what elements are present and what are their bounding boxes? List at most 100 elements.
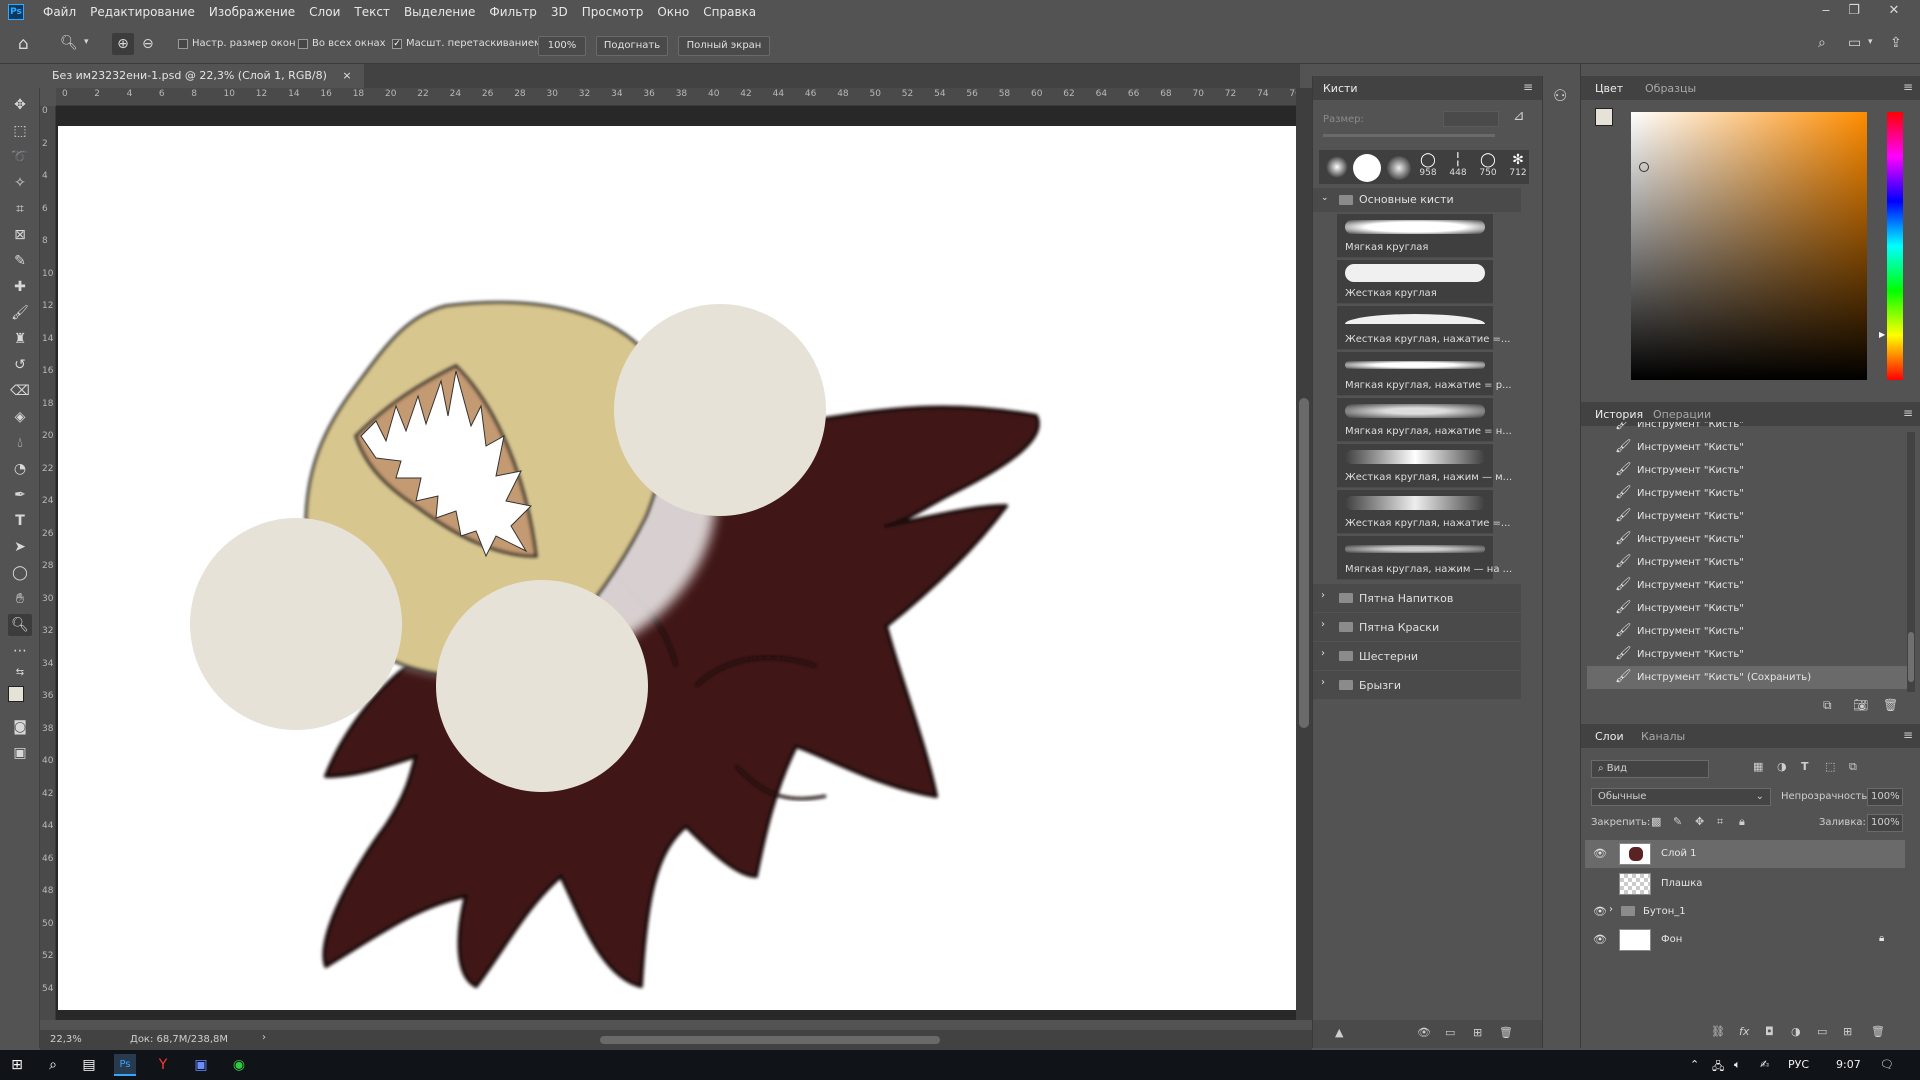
brush-preset-soft-2[interactable] (1387, 156, 1411, 180)
foreground-color-swatch[interactable] (8, 686, 24, 702)
menu-image[interactable]: Изображение (202, 0, 302, 24)
layer-row-selected[interactable]: 👁︎ Слой 1 (1585, 840, 1905, 868)
hue-slider[interactable] (1887, 112, 1903, 380)
zoom-in-icon[interactable]: ⊕ (112, 33, 134, 55)
brush-item[interactable]: Мягкая круглая, нажатие = н... (1337, 398, 1512, 442)
history-item[interactable]: 🖌︎ Инструмент "Кисть" (1587, 422, 1907, 436)
clone-stamp-tool-icon[interactable]: ♜ (8, 328, 32, 350)
close-button[interactable]: ✕ (1880, 0, 1908, 22)
add-mask-icon[interactable]: ◘ (1765, 1025, 1774, 1038)
brush-item[interactable]: Мягкая круглая (1337, 214, 1493, 258)
brush-preset-soft[interactable] (1326, 156, 1348, 178)
new-group-icon[interactable]: ▭ (1817, 1025, 1827, 1038)
canvas-vertical-scrollbar[interactable] (1296, 88, 1312, 1020)
brush-item[interactable]: Жесткая круглая, нажатие =... (1337, 490, 1510, 534)
history-item[interactable]: 🖌︎ Инструмент "Кисть" (1587, 574, 1907, 597)
yandex-browser-icon[interactable]: Y (152, 1054, 174, 1076)
chevron-down-icon[interactable]: ▾ (84, 37, 89, 47)
zoom-tool-icon[interactable]: 🔍︎ (8, 614, 32, 636)
filter-type-icon[interactable]: T (1801, 760, 1809, 773)
ellipse-tool-icon[interactable]: ◯ (8, 562, 32, 584)
tray-expand-icon[interactable]: ⌃ (1690, 1058, 1699, 1071)
menu-edit[interactable]: Редактирование (83, 0, 202, 24)
home-icon[interactable]: ⌂ (18, 34, 29, 54)
minimize-button[interactable]: ‒ (1812, 0, 1840, 22)
resize-windows-checkbox[interactable]: Настр. размер окон (178, 38, 296, 49)
trash-icon[interactable]: 🗑︎ (1871, 1025, 1885, 1038)
properties-panel-icon[interactable]: ⚇ (1553, 86, 1567, 105)
tab-brushes[interactable]: Кисти (1323, 82, 1358, 95)
scroll-thumb[interactable] (1299, 398, 1309, 728)
brush-item[interactable]: Мягкая круглая, нажатие = р... (1337, 352, 1512, 396)
brush-group-1[interactable]: › Пятна Напитков (1313, 584, 1521, 612)
hue-slider-marker-icon[interactable]: ▶ (1879, 330, 1885, 339)
tab-color[interactable]: Цвет (1595, 82, 1623, 95)
brush-preset-750[interactable]: ◯ 750 (1473, 152, 1503, 186)
network-icon[interactable]: 🖧︎ (1712, 1058, 1724, 1077)
screen-mode-icon[interactable]: ▣ (8, 742, 32, 764)
filter-adjustment-icon[interactable]: ◑ (1777, 760, 1787, 773)
clock[interactable]: 9:07 (1836, 1058, 1861, 1071)
path-selection-tool-icon[interactable]: ➤ (8, 536, 32, 558)
color-fg-swatch[interactable] (1595, 108, 1613, 126)
visibility-eye-icon[interactable]: 👁︎ (1593, 905, 1607, 918)
zoom-level[interactable]: 22,3% (50, 1034, 82, 1045)
lock-transparency-icon[interactable]: ▩ (1651, 815, 1661, 828)
tab-swatches[interactable]: Образцы (1645, 82, 1696, 95)
utorrent-icon[interactable]: ◉ (228, 1054, 250, 1076)
camera-icon[interactable]: 📷︎ (1853, 698, 1868, 712)
history-item[interactable]: 🖌︎ Инструмент "Кисть" (1587, 597, 1907, 620)
brush-preset-712[interactable]: ✻ 712 (1503, 152, 1533, 186)
menu-help[interactable]: Справка (696, 0, 763, 24)
brush-item[interactable]: Жесткая круглая, нажим — м... (1337, 444, 1512, 488)
pen-tool-icon[interactable]: ✒ (8, 484, 32, 506)
new-brush-icon[interactable]: ⊞ (1473, 1026, 1482, 1039)
menu-view[interactable]: Просмотр (575, 0, 651, 24)
layer-name[interactable]: Бутон_1 (1643, 906, 1686, 917)
chevron-right-icon[interactable]: › (1609, 904, 1613, 915)
blur-tool-icon[interactable]: 💧︎ (8, 432, 32, 454)
layer-name[interactable]: Фон (1661, 934, 1682, 945)
color-picker-field[interactable] (1631, 112, 1867, 380)
close-tab-icon[interactable]: × (342, 69, 351, 82)
photoshop-logo-icon[interactable]: Ps (8, 4, 24, 20)
tab-actions[interactable]: Операции (1653, 408, 1711, 421)
move-tool-icon[interactable]: ✥ (8, 94, 32, 116)
tab-channels[interactable]: Каналы (1641, 730, 1685, 743)
chevron-down-icon[interactable]: ▾ (1868, 37, 1873, 47)
fx-icon[interactable]: fx (1739, 1025, 1749, 1038)
share-icon[interactable]: ⇪ (1890, 35, 1902, 51)
trash-icon[interactable]: 🗑︎ (1883, 698, 1898, 712)
brush-group-4[interactable]: › Брызги (1313, 671, 1521, 699)
restore-button[interactable]: ❐ (1840, 0, 1868, 22)
lasso-tool-icon[interactable]: ➰ (8, 146, 32, 168)
tab-history[interactable]: История (1595, 408, 1643, 421)
menu-layers[interactable]: Слои (302, 0, 347, 24)
menu-window[interactable]: Окно (650, 0, 696, 24)
brush-item[interactable]: Мягкая круглая, нажим — на ... (1337, 536, 1512, 580)
status-arrow-icon[interactable]: › (262, 1032, 266, 1043)
all-windows-checkbox[interactable]: Во всех окнах (298, 38, 386, 49)
lock-position-icon[interactable]: ✥ (1695, 815, 1704, 828)
blend-mode-select[interactable]: Обычные ⌄ (1591, 788, 1771, 806)
quick-mask-icon[interactable]: ◙ (8, 716, 32, 738)
menu-select[interactable]: Выделение (397, 0, 482, 24)
healing-brush-tool-icon[interactable]: ✚ (8, 276, 32, 298)
menu-filter[interactable]: Фильтр (482, 0, 543, 24)
brush-preset-448[interactable]: ╎ 448 (1443, 152, 1473, 186)
scrubby-zoom-checkbox[interactable]: ✓ Масшт. перетаскиванием (392, 38, 542, 49)
color-picker-cursor[interactable] (1639, 162, 1649, 172)
brush-tool-icon[interactable]: 🖌︎ (8, 302, 32, 324)
panel-menu-icon[interactable]: ≡ (1903, 728, 1913, 742)
search-icon[interactable]: ⌕ (1818, 35, 1826, 51)
menu-type[interactable]: Текст (347, 0, 397, 24)
task-view-icon[interactable]: ▤ (78, 1054, 100, 1076)
filter-smart-object-icon[interactable]: ⧉ (1849, 760, 1857, 774)
fit-screen-button[interactable]: Подогнать (596, 36, 668, 56)
document-tab[interactable]: Без им23232ени-1.psd @ 22,3% (Слой 1, RG… (40, 64, 364, 88)
search-icon[interactable]: ⌕ (42, 1054, 64, 1076)
brush-size-slider-icon[interactable]: ▲ (1335, 1026, 1343, 1039)
type-tool-icon[interactable]: T (8, 510, 32, 532)
tab-layers[interactable]: Слои (1595, 730, 1624, 743)
history-item-current[interactable]: 🖌︎ Инструмент "Кисть" (Сохранить) (1587, 666, 1907, 689)
